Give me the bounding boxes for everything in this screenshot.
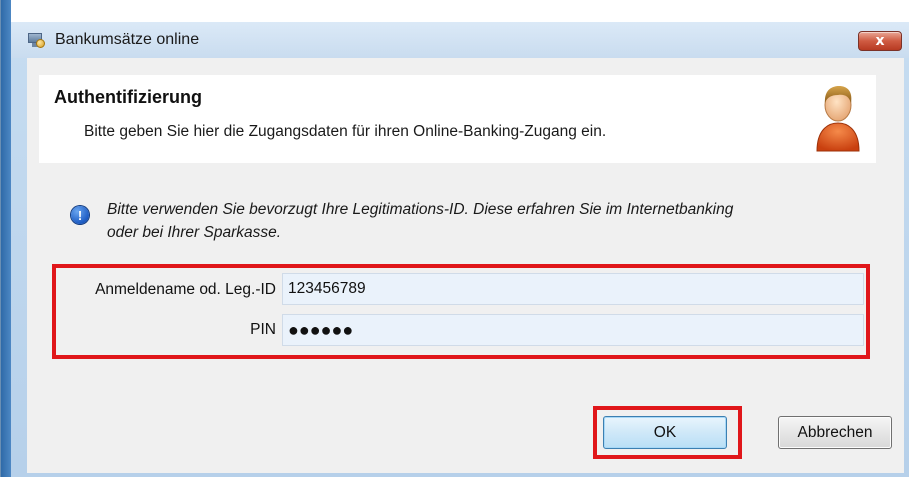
header-title: Authentifizierung	[54, 87, 202, 107]
close-icon: x	[875, 33, 885, 49]
pin-label: PIN	[250, 321, 276, 338]
info-message-line-1: Bitte verwenden Sie bevorzugt Ihre Legit…	[107, 201, 734, 218]
pin-input[interactable]: ●●●●●●	[282, 314, 864, 346]
username-value: 123456789	[288, 280, 366, 297]
window-left-edge	[1, 0, 11, 477]
ok-button-label: OK	[653, 423, 677, 441]
close-button[interactable]: x	[858, 31, 902, 51]
window-title: Bankumsätze online	[55, 31, 200, 48]
pin-value: ●●●●●●	[288, 319, 354, 340]
info-icon: !	[71, 206, 89, 224]
dialog-window: Bankumsätze online x Authentifizierung B…	[0, 0, 909, 477]
username-label: Anmeldename od. Leg.-ID	[95, 281, 276, 298]
user-icon	[816, 86, 860, 152]
bank-app-icon	[27, 31, 45, 49]
username-input[interactable]: 123456789	[282, 273, 864, 305]
cancel-button[interactable]: Abbrechen	[778, 416, 892, 449]
header-panel: Authentifizierung Bitte geben Sie hier d…	[39, 75, 876, 163]
title-bar[interactable]: Bankumsätze online x	[11, 22, 909, 58]
window-top-strip	[11, 0, 909, 22]
header-description: Bitte geben Sie hier die Zugangsdaten fü…	[84, 123, 607, 140]
cancel-button-label: Abbrechen	[797, 423, 873, 441]
ok-button[interactable]: OK	[603, 416, 727, 449]
info-message: Bitte verwenden Sie bevorzugt Ihre Legit…	[107, 198, 867, 244]
info-icon-glyph: !	[77, 207, 83, 223]
info-message-line-2: oder bei Ihrer Sparkasse.	[107, 224, 282, 241]
